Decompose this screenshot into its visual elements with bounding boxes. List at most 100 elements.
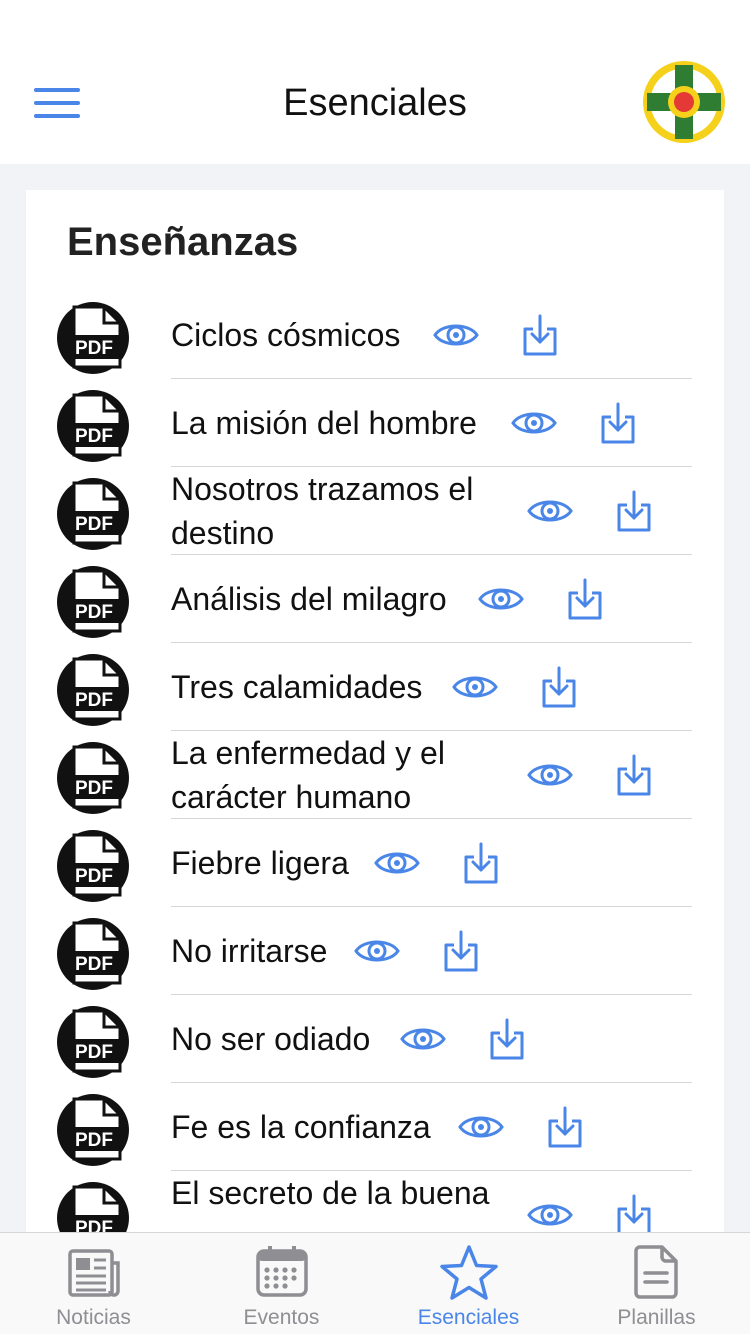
eye-icon [478, 588, 524, 610]
pdf-file-icon: PDF [57, 1094, 129, 1166]
tab-esenciales[interactable]: Esenciales [375, 1233, 562, 1334]
list-item[interactable]: PDF No irritarse [26, 907, 724, 995]
calendar-icon [255, 1246, 308, 1297]
tab-label: Eventos [243, 1306, 320, 1329]
download-icon [617, 754, 651, 796]
item-title: Análisis del milagro [171, 581, 447, 617]
eye-icon [527, 764, 573, 786]
view-button[interactable] [457, 1105, 505, 1149]
download-button[interactable] [516, 313, 564, 357]
item-title: No irritarse [171, 933, 328, 969]
view-button[interactable] [526, 1193, 574, 1237]
view-button[interactable] [432, 313, 480, 357]
view-button[interactable] [399, 1017, 447, 1061]
download-button[interactable] [610, 1193, 658, 1237]
eye-icon [433, 324, 479, 346]
list-item[interactable]: PDF Ciclos cósmicos [26, 291, 724, 379]
download-button[interactable] [610, 753, 658, 797]
newspaper-icon [67, 1249, 120, 1297]
pdf-file-icon: PDF [57, 830, 129, 902]
view-button[interactable] [353, 929, 401, 973]
download-button[interactable] [535, 665, 583, 709]
tab-label: Noticias [56, 1306, 131, 1329]
pdf-file-icon: PDF [57, 478, 129, 550]
view-button[interactable] [451, 665, 499, 709]
item-title: La misión del hombre [171, 405, 477, 441]
tab-eventos[interactable]: Eventos [188, 1233, 375, 1334]
page-title: Esenciales [283, 82, 467, 124]
item-title: Fiebre ligera [171, 845, 349, 881]
download-button[interactable] [457, 841, 505, 885]
item-title: No ser odiado [171, 1021, 371, 1057]
pdf-badge-text: PDF [75, 954, 113, 975]
download-button[interactable] [437, 929, 485, 973]
pdf-file-icon: PDF [57, 566, 129, 638]
list-item[interactable]: PDF Análisis del milagro [26, 555, 724, 643]
list-item[interactable]: PDF Nosotros trazamos el destino [26, 467, 724, 555]
pdf-file-icon: PDF [57, 742, 129, 814]
pdf-badge-text: PDF [75, 426, 113, 447]
download-icon [542, 666, 576, 708]
logo-icon[interactable] [641, 59, 727, 145]
eye-icon [511, 412, 557, 434]
pdf-badge-text: PDF [75, 1042, 113, 1063]
view-button[interactable] [526, 753, 574, 797]
item-title: Ciclos cósmicos [171, 317, 401, 353]
section-title: Enseñanzas [67, 220, 299, 264]
pdf-badge-text: PDF [75, 690, 113, 711]
view-button[interactable] [477, 577, 525, 621]
top-bar: Esenciales [0, 0, 750, 164]
pdf-badge-text: PDF [75, 1130, 113, 1151]
download-icon [617, 490, 651, 532]
eye-icon [400, 1028, 446, 1050]
download-icon [523, 314, 557, 356]
eye-icon [452, 676, 498, 698]
pdf-badge-text: PDF [75, 778, 113, 799]
download-icon [617, 1194, 651, 1236]
pdf-badge-text: PDF [75, 602, 113, 623]
download-button[interactable] [541, 1105, 589, 1149]
view-button[interactable] [526, 489, 574, 533]
download-button[interactable] [483, 1017, 531, 1061]
download-button[interactable] [610, 489, 658, 533]
pdf-file-icon: PDF [57, 918, 129, 990]
view-button[interactable] [510, 401, 558, 445]
download-icon [601, 402, 635, 444]
tab-bar: Noticias Eventos Esenciales Planillas [0, 1232, 750, 1334]
download-icon [568, 578, 602, 620]
item-title: Nosotros trazamos el destino [171, 471, 474, 551]
pdf-badge-text: PDF [75, 514, 113, 535]
download-icon [444, 930, 478, 972]
tab-label: Esenciales [417, 1306, 520, 1329]
list-item[interactable]: PDF La misión del hombre [26, 379, 724, 467]
download-button[interactable] [561, 577, 609, 621]
tab-label: Planillas [617, 1306, 696, 1329]
download-icon [548, 1106, 582, 1148]
star-icon [439, 1245, 498, 1300]
pdf-badge-text: PDF [75, 866, 113, 887]
download-icon [464, 842, 498, 884]
download-icon [490, 1018, 524, 1060]
eye-icon [354, 940, 400, 962]
list-item[interactable]: PDF Tres calamidades [26, 643, 724, 731]
download-button[interactable] [594, 401, 642, 445]
eye-icon [458, 1116, 504, 1138]
item-title: Tres calamidades [171, 669, 423, 705]
list-item[interactable]: PDF La enfermedad y el carácter humano [26, 731, 724, 819]
eye-icon [527, 500, 573, 522]
item-title: Fe es la confianza [171, 1109, 431, 1145]
pdf-badge-text: PDF [75, 338, 113, 359]
item-title: El secreto de la buena [171, 1175, 490, 1211]
teachings-card: Enseñanzas PDF Ciclos cósmicos PDF La misió… [26, 190, 724, 1250]
item-title: La enfermedad y el carácter humano [171, 735, 445, 815]
tab-planillas[interactable]: Planillas [563, 1233, 750, 1334]
pdf-file-icon: PDF [57, 390, 129, 462]
view-button[interactable] [373, 841, 421, 885]
eye-icon [374, 852, 420, 874]
list-item[interactable]: PDF Fe es la confianza [26, 1083, 724, 1171]
eye-icon [527, 1204, 573, 1226]
pdf-file-icon: PDF [57, 654, 129, 726]
tab-noticias[interactable]: Noticias [0, 1233, 187, 1334]
list-item[interactable]: PDF No ser odiado [26, 995, 724, 1083]
list-item[interactable]: PDF Fiebre ligera [26, 819, 724, 907]
